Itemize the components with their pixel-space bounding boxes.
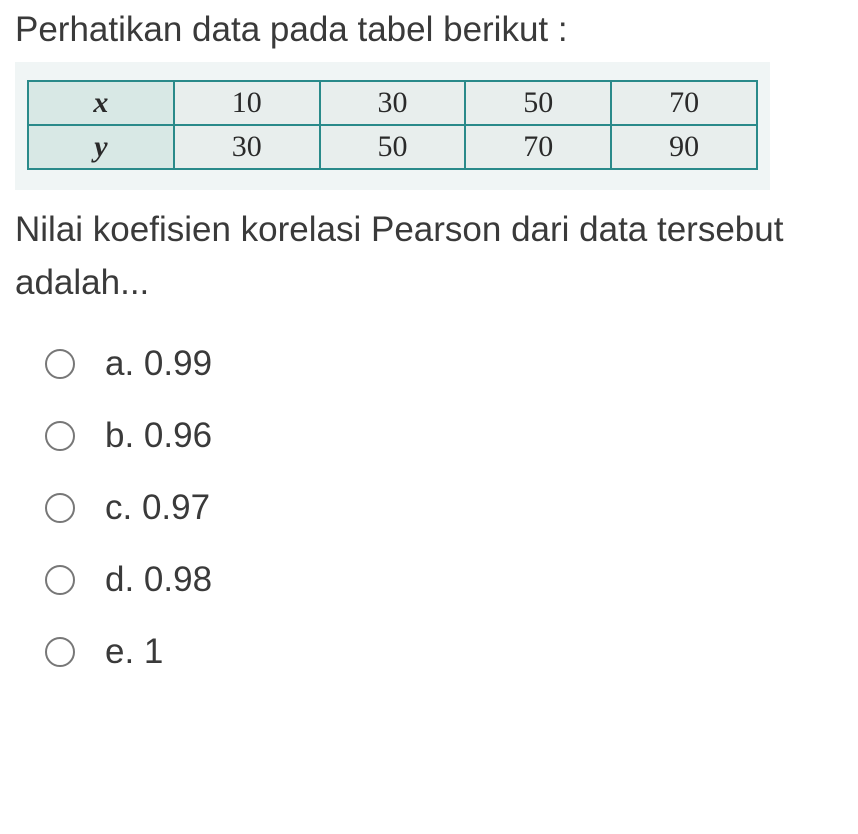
option-d[interactable]: d. 0.98 [45,560,843,600]
row-header-y: y [28,125,174,169]
option-b[interactable]: b. 0.96 [45,416,843,456]
option-label-a: a. 0.99 [105,344,212,384]
option-e[interactable]: e. 1 [45,632,843,672]
data-table: x 10 30 50 70 y 30 50 70 90 [27,80,758,170]
cell-y-1: 30 [174,125,320,169]
options-list: a. 0.99 b. 0.96 c. 0.97 d. 0.98 e. 1 [15,344,843,672]
option-a[interactable]: a. 0.99 [45,344,843,384]
cell-x-2: 30 [320,81,466,125]
cell-y-2: 50 [320,125,466,169]
row-header-x: x [28,81,174,125]
cell-y-3: 70 [465,125,611,169]
radio-icon[interactable] [45,565,75,595]
table-row: y 30 50 70 90 [28,125,757,169]
cell-x-1: 10 [174,81,320,125]
table-container: x 10 30 50 70 y 30 50 70 90 [15,62,770,190]
cell-x-4: 70 [611,81,757,125]
radio-icon[interactable] [45,637,75,667]
radio-icon[interactable] [45,349,75,379]
option-label-c: c. 0.97 [105,488,210,528]
table-row: x 10 30 50 70 [28,81,757,125]
radio-icon[interactable] [45,421,75,451]
cell-y-4: 90 [611,125,757,169]
option-c[interactable]: c. 0.97 [45,488,843,528]
cell-x-3: 50 [465,81,611,125]
question-text: Nilai koefisien korelasi Pearson dari da… [15,204,843,309]
option-label-b: b. 0.96 [105,416,212,456]
option-label-d: d. 0.98 [105,560,212,600]
radio-icon[interactable] [45,493,75,523]
instruction-text: Perhatikan data pada tabel berikut : [15,10,843,50]
option-label-e: e. 1 [105,632,163,672]
